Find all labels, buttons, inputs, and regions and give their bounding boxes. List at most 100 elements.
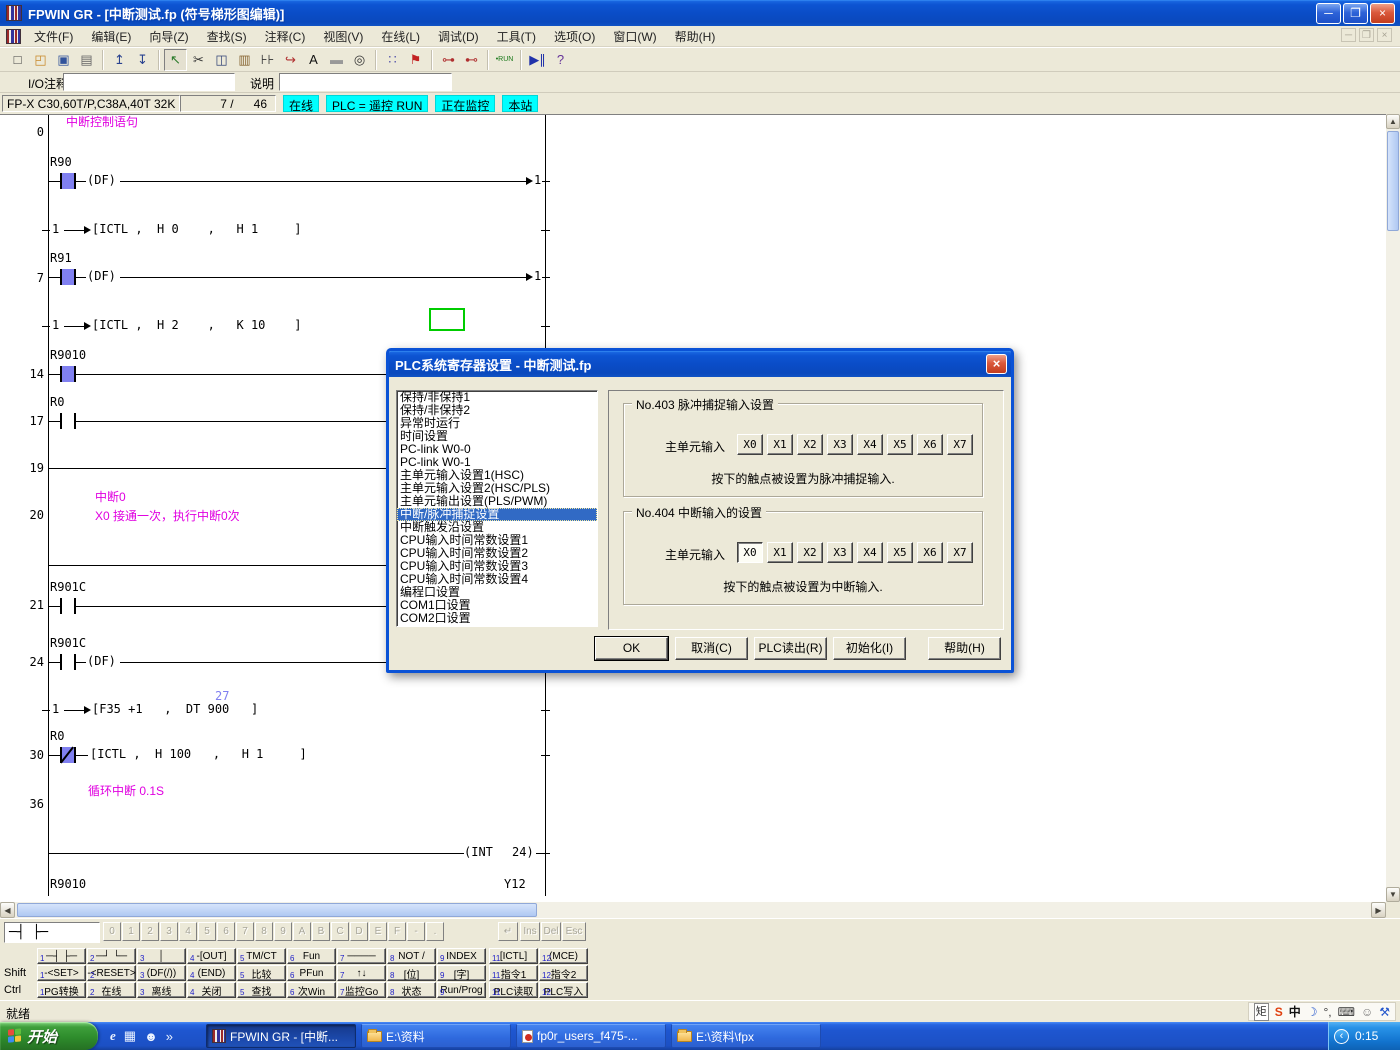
register-category-list[interactable]: 保持/非保持1保持/非保持2异常时运行时间设置PC-link W0-0PC-li… [396, 390, 598, 627]
contact-button-x6-no403[interactable]: X6 [917, 434, 943, 455]
fkey-f12[interactable]: 12(MCE) [539, 948, 588, 964]
start-button[interactable]: 开始 [0, 1022, 98, 1050]
find-icon[interactable]: ◎ [348, 49, 371, 71]
punctuation-icon[interactable]: °, [1324, 1004, 1332, 1020]
fkey-ctrl-f7[interactable]: 7监控Go [337, 982, 386, 998]
fkey-f3[interactable]: 3│ [137, 948, 186, 964]
run-mode-icon[interactable]: •RUN [493, 49, 516, 71]
help-button[interactable]: 帮助(H) [928, 637, 1001, 660]
menu-item-2[interactable]: 向导(Z) [140, 26, 197, 47]
menu-item-1[interactable]: 编辑(E) [82, 26, 140, 47]
new-file-icon[interactable]: □ [6, 49, 29, 71]
description-input[interactable] [279, 73, 452, 91]
menu-item-9[interactable]: 选项(O) [545, 26, 604, 47]
fkey-shift-f2[interactable]: 2-<RESET> [87, 965, 136, 981]
vertical-scrollbar[interactable]: ▲ ▼ [1386, 114, 1400, 902]
fkey-shift-f5[interactable]: 5比较 [237, 965, 286, 981]
ladder-symbol-icon[interactable]: ⊦⊦ [256, 49, 279, 71]
taskbar-task-0[interactable]: FPWIN GR - [中断... [206, 1024, 356, 1048]
fkey-ctrl-f3[interactable]: 3离线 [137, 982, 186, 998]
contact-button-x3-no404[interactable]: X3 [827, 542, 853, 563]
fkey-shift-f9[interactable]: 9[字] [437, 965, 486, 981]
keypad-key-E[interactable]: E [369, 922, 387, 941]
fkey-ctrl-f5[interactable]: 5查找 [237, 982, 286, 998]
fkey-f2[interactable]: 2─┘ └─ [87, 948, 136, 964]
more-toolbars-icon[interactable]: » [166, 1029, 173, 1044]
qq-icon[interactable]: ☻ [144, 1029, 158, 1044]
keypad-key-B[interactable]: B [312, 922, 330, 941]
fkey-f9[interactable]: 9INDEX [437, 948, 486, 964]
keypad-key-8[interactable]: 8 [255, 922, 273, 941]
contact-button-x5-no404[interactable]: X5 [887, 542, 913, 563]
horizontal-scrollbar[interactable]: ◀ ▶ [0, 902, 1386, 918]
contact-button-x0-no403[interactable]: X0 [737, 434, 763, 455]
initialize-button[interactable]: 初始化(I) [833, 637, 906, 660]
mdi-restore-button[interactable]: ❐ [1359, 28, 1374, 42]
menu-item-10[interactable]: 窗口(W) [604, 26, 665, 47]
taskbar-task-3[interactable]: E:\资料\fpx [671, 1024, 821, 1048]
fkey-ctrl-f1[interactable]: 1PG转换 [37, 982, 86, 998]
fkey-f6[interactable]: 6Fun [287, 948, 336, 964]
plc-read-button[interactable]: PLC读出(R) [754, 637, 827, 660]
scroll-down-button[interactable]: ▼ [1386, 887, 1400, 902]
menu-item-3[interactable]: 查找(S) [198, 26, 256, 47]
mdi-close-button[interactable]: × [1377, 28, 1392, 42]
keypad-key-6[interactable]: 6 [217, 922, 235, 941]
scroll-right-button[interactable]: ▶ [1371, 902, 1386, 918]
register-list-item-17[interactable]: COM2口设置 [397, 612, 597, 625]
menu-item-11[interactable]: 帮助(H) [666, 26, 725, 47]
keypad-key-1[interactable]: 1 [122, 922, 140, 941]
keypad-key--[interactable]: - [407, 922, 425, 941]
ladder-instruction-text[interactable]: [ICTL , H 0 , H 1 ] [92, 222, 302, 236]
offline-connect-icon[interactable]: ⊷ [460, 49, 483, 71]
select-mode-icon[interactable]: ↖ [164, 49, 187, 71]
fkey-ctrl-f9[interactable]: 9Run/Prog [437, 982, 486, 998]
contact-button-x7-no404[interactable]: X7 [947, 542, 973, 563]
taskbar-task-1[interactable]: E:\资料 [361, 1024, 511, 1048]
keypad-key-4[interactable]: 4 [179, 922, 197, 941]
scroll-up-button[interactable]: ▲ [1386, 114, 1400, 129]
menu-item-6[interactable]: 在线(L) [372, 26, 429, 47]
internet-explorer-icon[interactable]: e [110, 1028, 116, 1044]
help-icon[interactable]: ? [549, 49, 572, 71]
contact-button-x4-no404[interactable]: X4 [857, 542, 883, 563]
contact-button-x1-no403[interactable]: X1 [767, 434, 793, 455]
fkey-ctrl-f8[interactable]: 8状态 [387, 982, 436, 998]
vertical-scroll-thumb[interactable] [1387, 131, 1399, 231]
fkey-shift-f4[interactable]: 4(END) [187, 965, 236, 981]
contact-button-x5-no403[interactable]: X5 [887, 434, 913, 455]
contact-button-x6-no404[interactable]: X6 [917, 542, 943, 563]
keypad-key-↵[interactable]: ↵ [498, 922, 518, 941]
user-icon[interactable]: ☺ [1361, 1004, 1373, 1020]
show-desktop-icon[interactable]: ▦ [124, 1028, 136, 1044]
fkey-f8[interactable]: 8NOT / [387, 948, 436, 964]
horizontal-scroll-thumb[interactable] [17, 903, 537, 917]
io-comment-input[interactable] [63, 73, 235, 91]
fkey-f1[interactable]: 1─┤ ├─ [37, 948, 86, 964]
download-program-icon[interactable]: ↧ [131, 49, 154, 71]
half-moon-icon[interactable]: ☽ [1307, 1004, 1318, 1020]
dialog-close-button[interactable]: × [986, 354, 1007, 374]
keypad-key-F[interactable]: F [388, 922, 406, 941]
tools-icon[interactable]: ⚒ [1379, 1004, 1390, 1020]
cut-icon[interactable]: ✂ [187, 49, 210, 71]
online-connect-icon[interactable]: ⊶ [437, 49, 460, 71]
copy-icon[interactable]: ◫ [210, 49, 233, 71]
menu-item-0[interactable]: 文件(F) [25, 26, 82, 47]
ok-button[interactable]: OK [595, 637, 668, 660]
menu-item-7[interactable]: 调试(D) [429, 26, 488, 47]
fkey-ctrl-f11[interactable]: 11PLC读取 [489, 982, 538, 998]
contact-button-x2-no404[interactable]: X2 [797, 542, 823, 563]
monitor-flag-icon[interactable]: ⚑ [404, 49, 427, 71]
soft-keyboard-icon[interactable]: ⌨ [1338, 1004, 1355, 1020]
keypad-key-C[interactable]: C [331, 922, 349, 941]
upload-program-icon[interactable]: ↥ [108, 49, 131, 71]
keypad-key-ins[interactable]: Ins [520, 922, 540, 941]
fkey-shift-f7[interactable]: 7↑↓ [337, 965, 386, 981]
keypad-key-esc[interactable]: Esc [562, 922, 586, 941]
scroll-left-button[interactable]: ◀ [0, 902, 15, 918]
paste-icon[interactable]: ▥ [233, 49, 256, 71]
ladder-monitor-icon[interactable]: ∷ [381, 49, 404, 71]
cancel-button[interactable]: 取消(C) [675, 637, 748, 660]
contact-button-x7-no403[interactable]: X7 [947, 434, 973, 455]
